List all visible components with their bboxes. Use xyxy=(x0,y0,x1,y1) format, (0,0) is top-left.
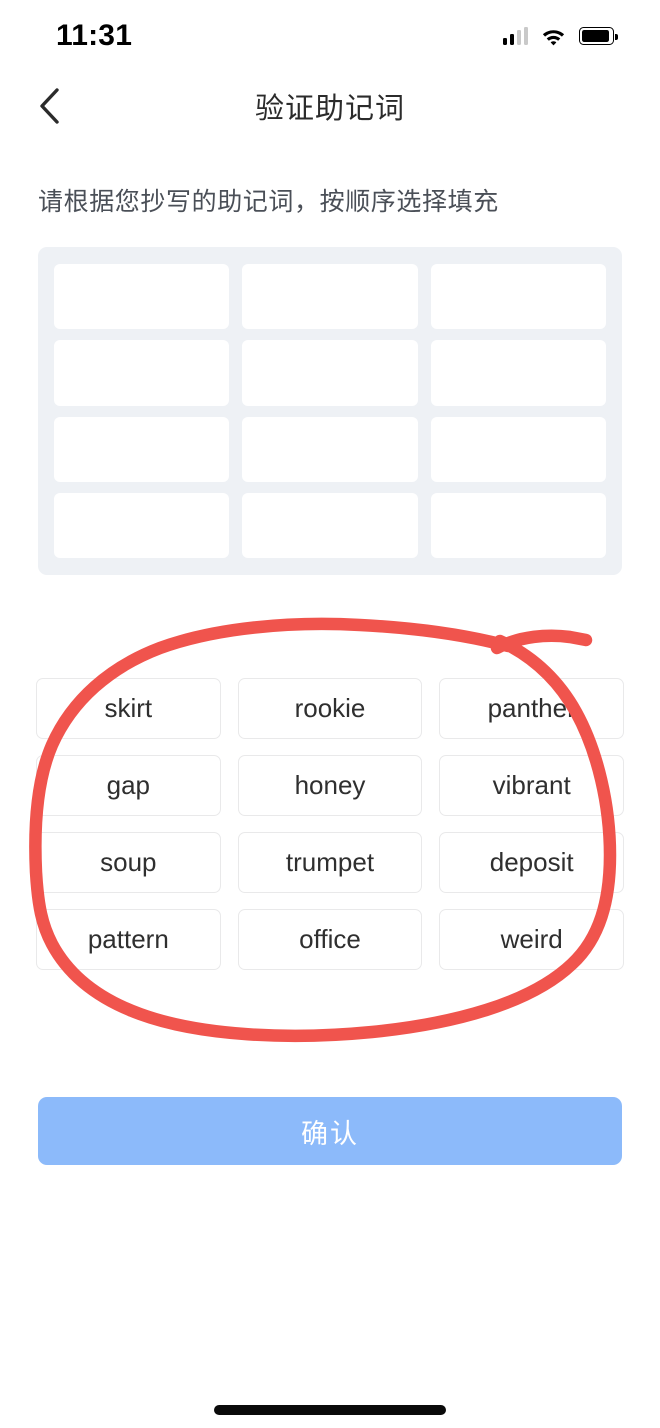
word-option-button[interactable]: pattern xyxy=(36,909,221,970)
mnemonic-slot[interactable] xyxy=(430,416,606,482)
word-option-button[interactable]: gap xyxy=(36,755,221,816)
confirm-button[interactable]: 确认 xyxy=(38,1097,622,1165)
status-bar-icons xyxy=(502,27,618,46)
word-option-button[interactable]: panther xyxy=(439,678,624,739)
app-screen: 11:31 验证助记词 请根据您抄写的助记词，按顺序选择填充 skirt roo… xyxy=(0,0,660,1428)
page-title: 验证助记词 xyxy=(254,93,405,125)
cellular-signal-icon xyxy=(502,27,528,45)
word-option-button[interactable]: deposit xyxy=(439,832,624,893)
word-option-button[interactable]: trumpet xyxy=(237,832,423,893)
word-option-button[interactable]: honey xyxy=(237,755,423,816)
mnemonic-slot[interactable] xyxy=(242,264,418,330)
word-option-button[interactable]: weird xyxy=(439,909,624,970)
mnemonic-slot[interactable] xyxy=(54,264,230,330)
mnemonic-slots-panel xyxy=(38,247,622,575)
confirm-button-label: 确认 xyxy=(301,1118,359,1149)
word-option-button[interactable]: rookie xyxy=(237,678,423,739)
mnemonic-slot[interactable] xyxy=(54,492,230,558)
mnemonic-slot[interactable] xyxy=(242,492,418,558)
word-option-button[interactable]: office xyxy=(237,909,423,970)
mnemonic-slot[interactable] xyxy=(242,340,418,406)
mnemonic-slot[interactable] xyxy=(430,492,606,558)
mnemonic-slot[interactable] xyxy=(430,340,606,406)
status-bar-time: 11:31 xyxy=(56,19,133,52)
word-bank-grid: skirt rookie panther gap honey vibrant s… xyxy=(36,678,624,970)
instruction-text: 请根据您抄写的助记词，按顺序选择填充 xyxy=(38,188,499,216)
word-option-button[interactable]: vibrant xyxy=(439,755,624,816)
wifi-icon xyxy=(542,29,565,45)
word-option-button[interactable]: skirt xyxy=(36,678,221,739)
nav-bar: 验证助记词 xyxy=(0,72,660,140)
word-option-button[interactable]: soup xyxy=(36,832,221,893)
home-indicator xyxy=(214,1405,446,1415)
battery-icon xyxy=(579,27,618,45)
mnemonic-slot[interactable] xyxy=(242,416,418,482)
mnemonic-slot[interactable] xyxy=(54,340,230,406)
mnemonic-slot[interactable] xyxy=(54,416,230,482)
status-bar: 11:31 xyxy=(0,0,660,72)
mnemonic-slot[interactable] xyxy=(430,264,606,330)
